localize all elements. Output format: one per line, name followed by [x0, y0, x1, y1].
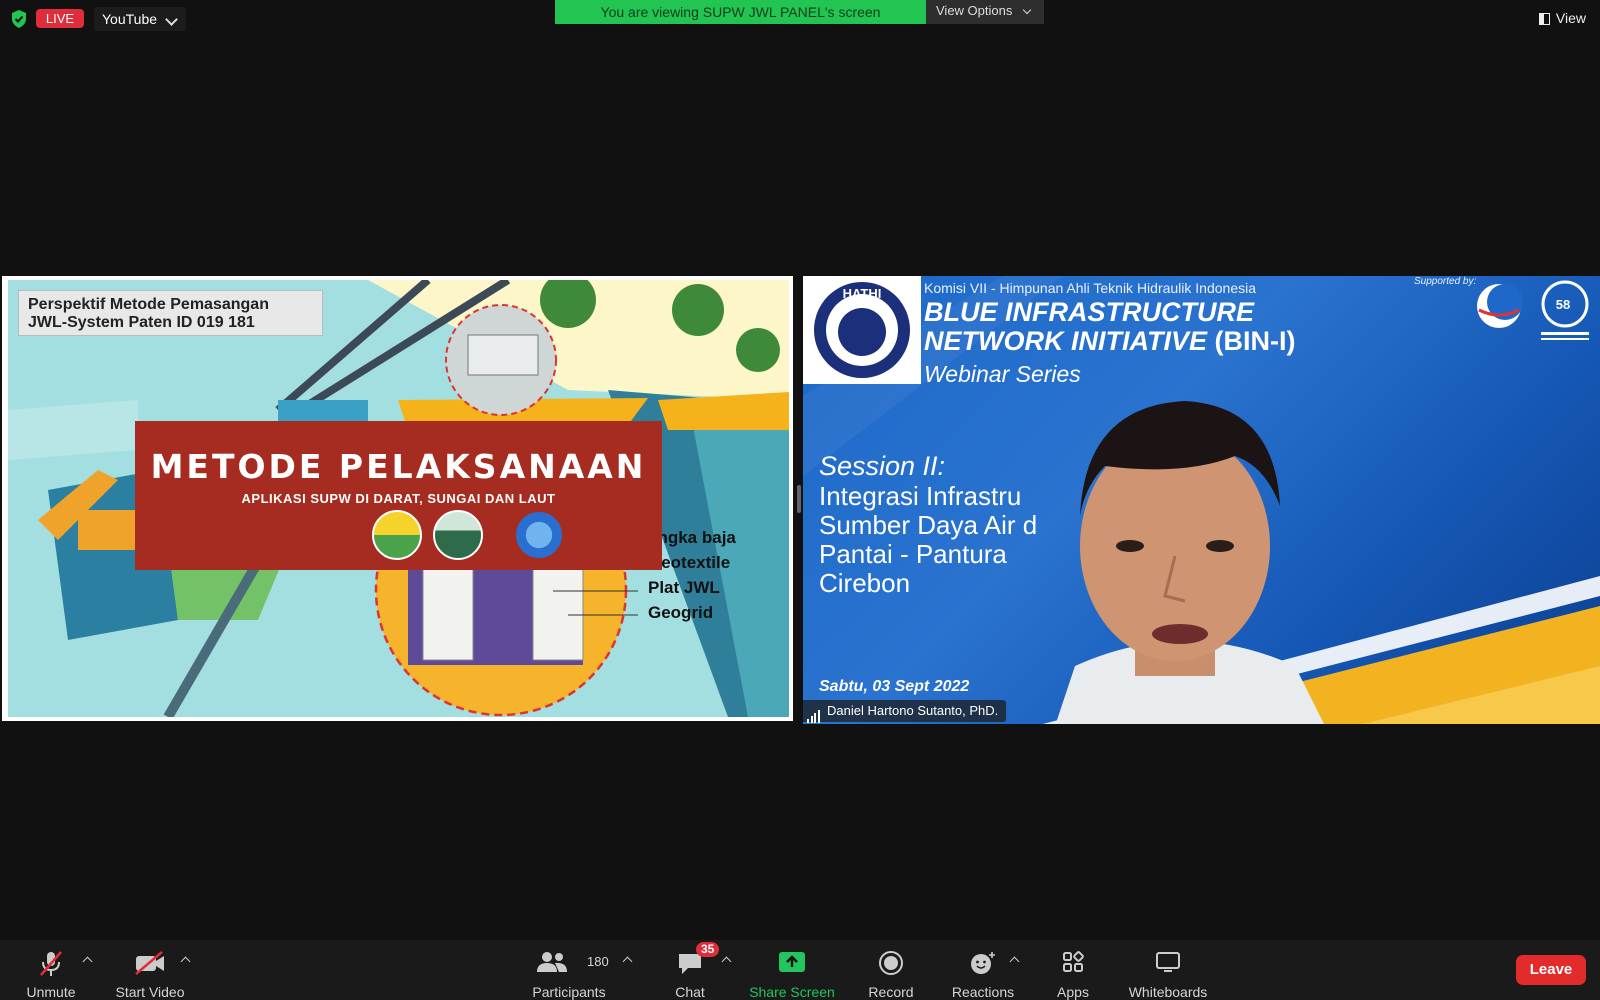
share-screen-button[interactable]: Share Screen [748, 940, 836, 1000]
session-label: Session II: [819, 451, 946, 481]
land-logo-icon [372, 510, 422, 560]
slide-subtitle: APLIKASI SUPW DI DARAT, SUNGAI DAN LAUT [241, 491, 556, 506]
event-date: Sabtu, 03 Sept 2022 [819, 678, 970, 695]
chat-caret-icon[interactable] [721, 956, 732, 967]
organizer-text: Komisi VII - Himpunan Ahli Teknik Hidrau… [924, 280, 1257, 296]
chevron-down-icon [1022, 5, 1032, 15]
speaker-name-tag: Daniel Hartono Sutanto, PhD. [803, 700, 1007, 723]
unmute-label: Unmute [26, 984, 76, 1000]
smiley-plus-icon [971, 952, 995, 974]
participants-label: Participants [532, 984, 606, 1000]
speaker-figure [1055, 401, 1324, 724]
caption-line-2: JWL-System Paten ID 019 181 [28, 314, 255, 331]
title-line-2: NETWORK INITIATIVE [924, 326, 1207, 356]
shared-screen-panel[interactable]: Perspektif Metode Pemasangan JWL-System … [2, 276, 793, 721]
callout-label: Plat JWL [648, 578, 720, 597]
speaker-name: Daniel Hartono Sutanto, PhD. [827, 703, 999, 718]
hari-maritim-logo-icon: 58 [1541, 280, 1589, 340]
whiteboard-icon [1156, 952, 1180, 972]
whiteboards-label: Whiteboards [1128, 984, 1208, 1000]
viewing-screen-banner: You are viewing SUPW JWL PANEL's screen [555, 0, 926, 24]
hathi-logo: HATHI [803, 276, 921, 384]
title-abbrev: (BIN-I) [1214, 326, 1296, 356]
view-label: View [1555, 10, 1586, 26]
share-screen-label: Share Screen [749, 984, 835, 1000]
record-button[interactable]: Record [862, 940, 920, 1000]
participants-caret-icon[interactable] [622, 956, 633, 967]
view-button[interactable]: View [1538, 10, 1586, 26]
caption-line-1: Perspektif Metode Pemasangan [28, 296, 269, 313]
unmute-button[interactable]: Unmute [14, 940, 88, 1000]
sponsor-logo-icon [1477, 284, 1523, 328]
view-options-label: View Options [936, 3, 1013, 18]
view-options-button[interactable]: View Options [926, 0, 1044, 24]
start-video-label: Start Video [115, 984, 185, 1000]
title-line-1: BLUE INFRASTRUCTURE [924, 297, 1254, 327]
supported-by-label: Supported by: [1414, 276, 1477, 287]
river-logo-icon [433, 510, 483, 560]
panel-resize-handle[interactable] [797, 485, 801, 513]
connection-signal-icon [807, 701, 821, 723]
live-badge[interactable]: LIVE [36, 9, 84, 28]
callout-label: Geogrid [648, 603, 714, 622]
reactions-button[interactable]: Reactions [948, 940, 1018, 1000]
apps-label: Apps [1057, 984, 1089, 1000]
participants-count: 180 [587, 954, 609, 969]
speaker-video-panel[interactable]: HATHI Komisi VII - Himpunan Ahli Teknik … [803, 276, 1600, 724]
encryption-shield-icon[interactable] [10, 9, 28, 29]
leave-button[interactable]: Leave [1516, 955, 1586, 985]
slide-caption-box: Perspektif Metode Pemasangan JWL-System … [18, 290, 323, 336]
webinar-title: BLUE INFRASTRUCTURE NETWORK INITIATIVE (… [924, 298, 1296, 356]
video-off-icon [135, 951, 164, 975]
apps-icon [1063, 951, 1084, 972]
sea-logo-icon [514, 510, 564, 560]
stream-target-label: YouTube [102, 11, 158, 27]
apps-button[interactable]: Apps [1054, 940, 1092, 1000]
slide-title-banner: METODE PELAKSANAAN APLIKASI SUPW DI DARA… [135, 421, 662, 570]
slide-title: METODE PELAKSANAAN [150, 447, 647, 486]
session-topic: Integrasi Infrastru Sumber Daya Air d Pa… [819, 481, 1038, 598]
record-label: Record [868, 984, 914, 1000]
share-screen-icon [779, 952, 805, 972]
webinar-series-label: Webinar Series [924, 361, 1081, 387]
muted-microphone-icon [40, 951, 62, 976]
hathi-logo-text: HATHI [843, 286, 882, 301]
stream-target-dropdown[interactable]: YouTube [94, 7, 186, 31]
whiteboards-button[interactable]: Whiteboards [1126, 940, 1210, 1000]
chevron-down-icon [165, 13, 178, 26]
start-video-button[interactable]: Start Video [110, 940, 190, 1000]
record-icon [879, 951, 903, 975]
layout-icon [1538, 13, 1550, 25]
badge-number: 58 [1556, 297, 1570, 312]
participants-icon [536, 952, 567, 972]
shared-slide: Perspektif Metode Pemasangan JWL-System … [8, 280, 789, 717]
participants-button[interactable]: Participants [526, 940, 612, 1000]
chat-label: Chat [675, 984, 705, 1000]
meeting-toolbar: Unmute Start Video Participants 180 Chat… [0, 940, 1600, 1000]
reactions-label: Reactions [951, 984, 1015, 1000]
chat-unread-badge: 35 [696, 942, 720, 957]
